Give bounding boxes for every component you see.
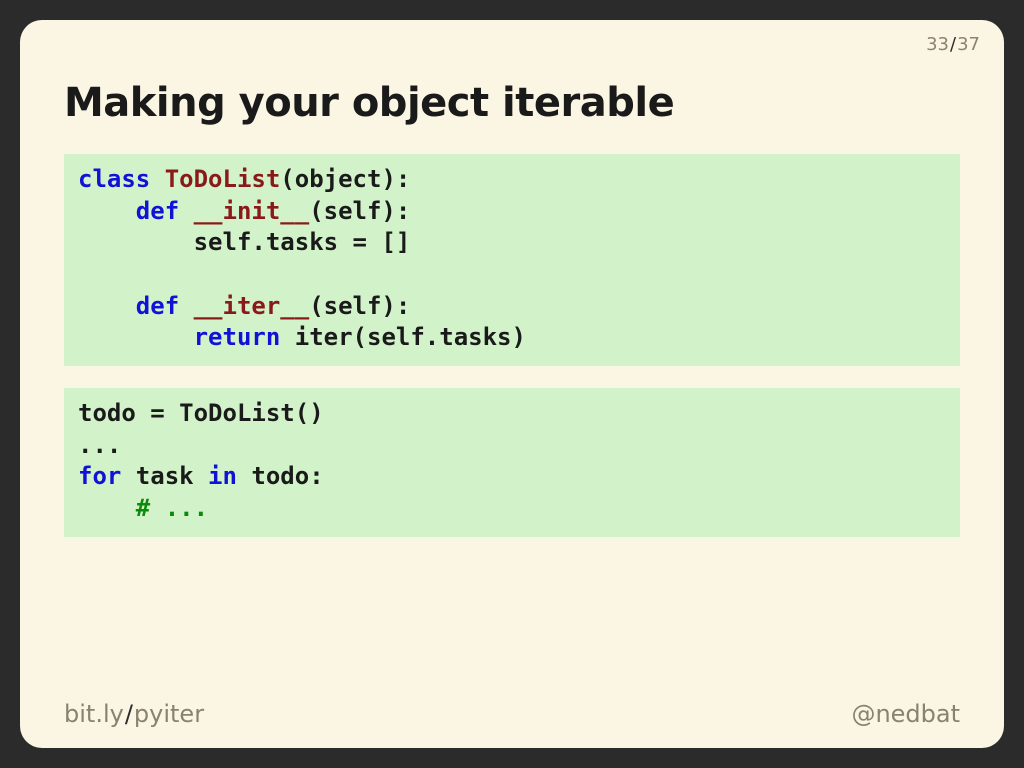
slide-title: Making your object iterable	[64, 80, 960, 126]
code-block-class-definition: class ToDoList(object): def __init__(sel…	[64, 154, 960, 366]
footer-link-host: bit.ly	[64, 700, 124, 728]
footer-link-sep: /	[125, 700, 133, 728]
page-total: 37	[957, 34, 980, 55]
page-current: 33	[926, 34, 949, 55]
page-separator: /	[950, 34, 956, 55]
slide: 33/37 Making your object iterable class …	[20, 20, 1004, 748]
footer-handle: @nedbat	[851, 700, 960, 728]
page-counter: 33/37	[926, 34, 980, 55]
footer-link: bit.ly/pyiter	[64, 700, 204, 728]
code-block-usage: todo = ToDoList() ... for task in todo: …	[64, 388, 960, 537]
slide-footer: bit.ly/pyiter @nedbat	[64, 700, 960, 728]
footer-link-path: pyiter	[134, 700, 204, 728]
